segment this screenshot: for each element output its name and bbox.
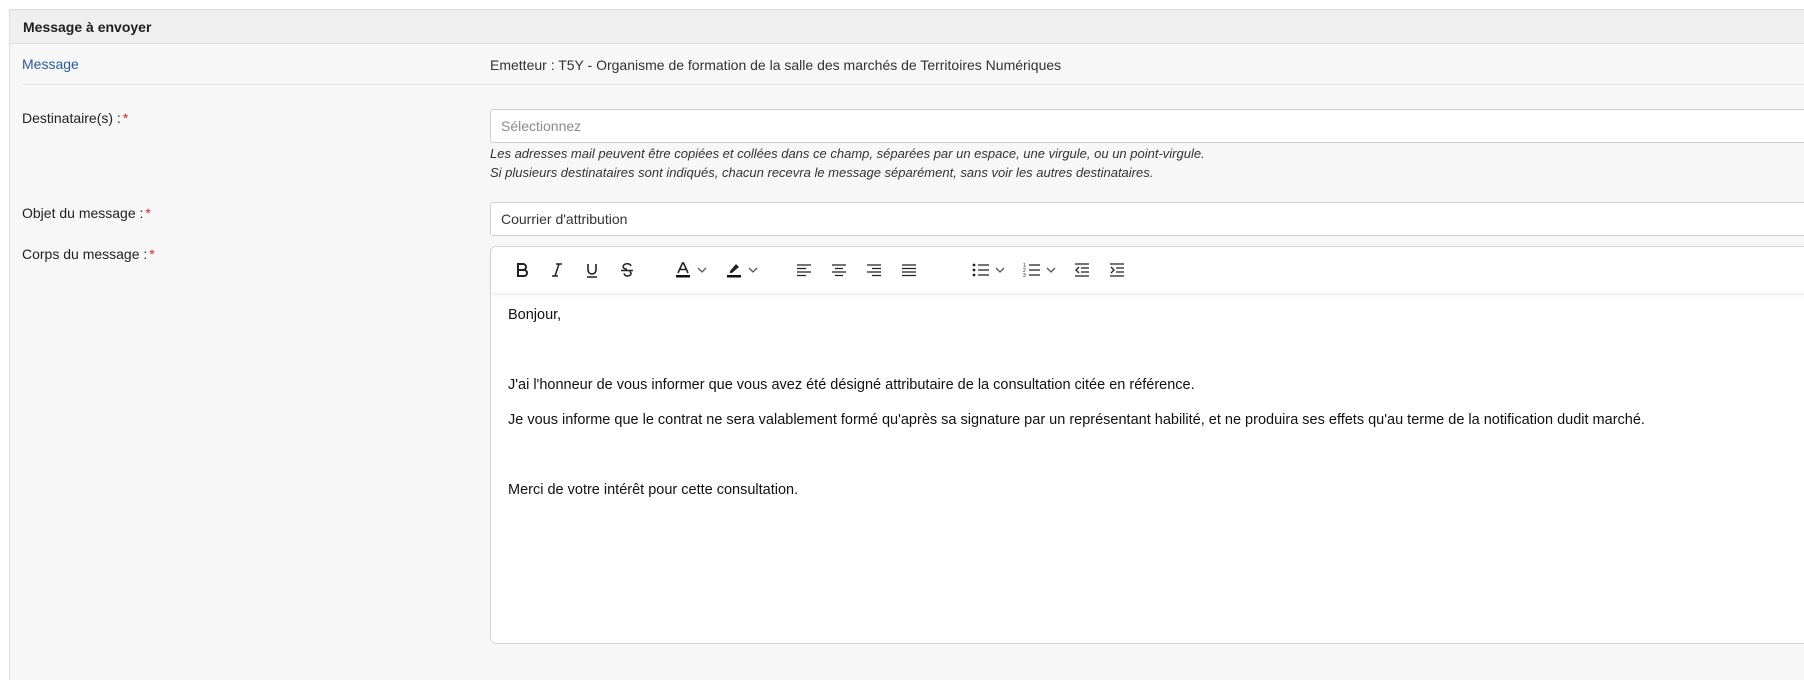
underline-button[interactable]	[579, 257, 605, 283]
paragraph: Bonjour,	[508, 307, 562, 323]
numbered-list-button[interactable]: 123	[1018, 257, 1062, 283]
highlight-button[interactable]	[720, 257, 764, 283]
outdent-icon	[1075, 263, 1089, 277]
divider	[22, 84, 1804, 85]
chevron-down-icon	[697, 267, 707, 273]
panel-header: Message à envoyer	[10, 10, 1804, 44]
indent-icon	[1110, 263, 1124, 277]
subject-label-text: Objet du message :	[22, 205, 144, 221]
recipients-select[interactable]: Sélectionnez	[490, 109, 1804, 143]
strikethrough-icon	[621, 263, 633, 277]
rich-text-editor[interactable]: 123 Bonjour, J'ai l'honneur de vous info…	[490, 246, 1804, 644]
align-left-button[interactable]	[791, 257, 817, 283]
required-mark: *	[149, 246, 155, 262]
align-right-button[interactable]	[861, 257, 887, 283]
indent-button[interactable]	[1104, 257, 1130, 283]
font-color-button[interactable]	[671, 257, 711, 283]
paragraph: Merci de votre intérêt pour cette consul…	[508, 482, 799, 498]
chevron-down-icon	[1046, 267, 1056, 273]
message-label[interactable]: Message	[22, 56, 79, 72]
required-mark: *	[145, 205, 151, 221]
body-label-text: Corps du message :	[22, 246, 148, 262]
underline-icon	[587, 264, 597, 278]
subject-input[interactable]: Courrier d'attribution	[490, 202, 1804, 236]
bold-icon	[517, 263, 528, 277]
font-color-icon	[676, 262, 690, 278]
body-label: Corps du message : *	[22, 246, 155, 262]
align-center-button[interactable]	[826, 257, 852, 283]
highlight-icon	[727, 264, 741, 278]
italic-icon	[552, 263, 562, 277]
align-center-icon	[832, 264, 846, 277]
required-mark: *	[122, 110, 129, 126]
editor-toolbar: 123	[491, 247, 1804, 293]
strikethrough-button[interactable]	[614, 257, 640, 283]
paragraph: Je vous informe que le contrat ne sera v…	[508, 412, 1645, 428]
bulleted-list-icon	[972, 263, 989, 277]
chevron-down-icon	[995, 267, 1005, 273]
sender-text: Emetteur : T5Y - Organisme de formation …	[490, 57, 1062, 73]
recipients-label-text: Destinataire(s) :	[22, 110, 121, 126]
recipients-help-1: Les adresses mail peuvent être copiées e…	[490, 146, 1205, 161]
outdent-button[interactable]	[1069, 257, 1095, 283]
chevron-down-icon	[748, 267, 758, 273]
bold-button[interactable]	[509, 257, 535, 283]
align-justify-icon	[902, 264, 916, 277]
subject-label: Objet du message : *	[22, 205, 151, 221]
panel-title: Message à envoyer	[23, 19, 152, 35]
recipients-help-2: Si plusieurs destinataires sont indiqués…	[490, 165, 1154, 180]
recipients-label: Destinataire(s) : *	[22, 110, 128, 126]
align-right-icon	[867, 264, 881, 277]
italic-button[interactable]	[544, 257, 570, 283]
numbered-list-icon: 123	[1023, 263, 1040, 278]
svg-text:3: 3	[1023, 273, 1026, 278]
align-justify-button[interactable]	[896, 257, 922, 283]
align-left-icon	[797, 264, 811, 277]
bulleted-list-button[interactable]	[967, 257, 1011, 283]
paragraph: J'ai l'honneur de vous informer que vous…	[508, 377, 1195, 393]
